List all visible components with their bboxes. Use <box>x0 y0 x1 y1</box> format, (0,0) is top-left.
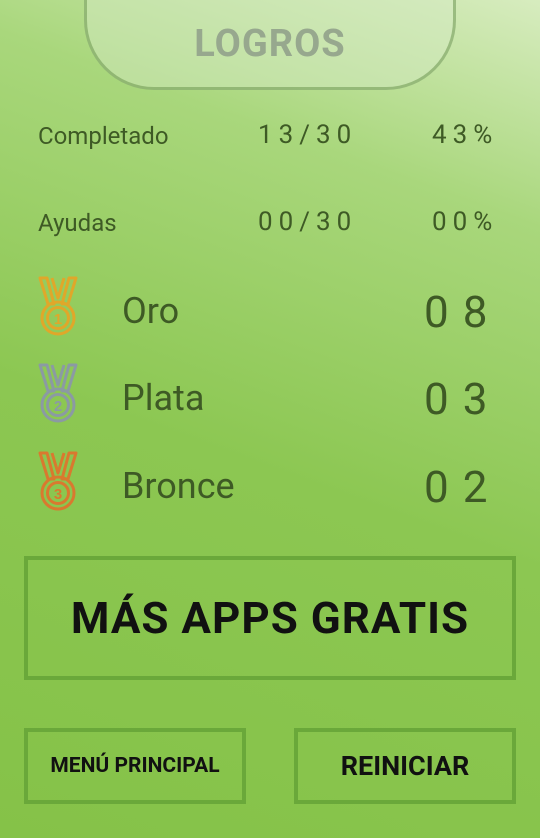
gold-medal-icon: 1 <box>38 276 78 336</box>
medal-row-bronze: 3 Bronce 02 <box>0 451 540 515</box>
medal-row-silver: 2 Plata 03 <box>0 363 540 427</box>
gold-medal-number: 1 <box>54 311 62 328</box>
main-menu-button[interactable]: MENÚ PRINCIPAL <box>24 728 246 804</box>
bronze-medal-icon: 3 <box>38 451 78 511</box>
silver-medal-number: 2 <box>54 398 62 415</box>
completed-fraction: 13/30 <box>258 120 358 150</box>
stat-row-hints: Ayudas 00/30 00% <box>0 205 540 245</box>
silver-medal-icon: 2 <box>38 363 78 423</box>
hints-percent: 00% <box>432 207 499 237</box>
restart-button[interactable]: REINICIAR <box>294 728 516 804</box>
page-title: LOGROS <box>194 21 346 66</box>
gold-count: 08 <box>424 286 502 338</box>
silver-label: Plata <box>122 377 205 419</box>
completed-percent: 43% <box>432 120 499 150</box>
stat-row-completed: Completado 13/30 43% <box>0 118 540 158</box>
silver-count: 03 <box>424 373 502 425</box>
bronze-medal-number: 3 <box>54 486 62 503</box>
title-tab: LOGROS <box>84 0 456 90</box>
bronze-count: 02 <box>424 461 502 513</box>
hints-label: Ayudas <box>38 209 117 237</box>
completed-label: Completado <box>38 122 169 150</box>
medal-row-gold: 1 Oro 08 <box>0 276 540 340</box>
gold-label: Oro <box>122 290 180 332</box>
bronze-label: Bronce <box>122 465 235 507</box>
hints-fraction: 00/30 <box>258 207 358 237</box>
more-free-apps-button[interactable]: MÁS APPS GRATIS <box>24 556 516 680</box>
